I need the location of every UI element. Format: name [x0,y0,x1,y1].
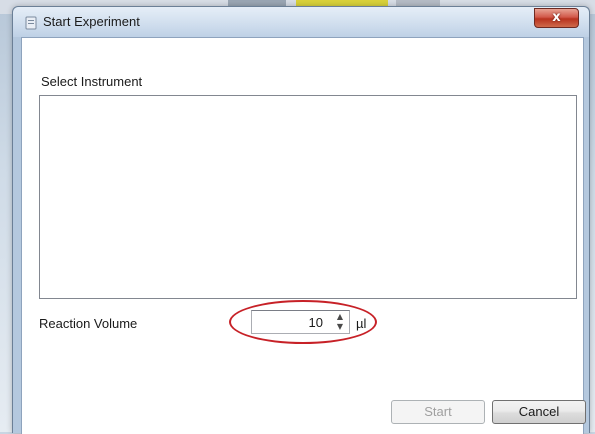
dialog-content: Select Instrument Reaction Volume 10 ▲ ▼… [21,37,586,434]
instrument-list[interactable] [39,95,577,299]
start-experiment-dialog: Start Experiment x Select Instrument Rea… [12,6,590,434]
window-title: Start Experiment [43,14,140,29]
close-icon: x [552,10,561,25]
cancel-button[interactable]: Cancel [492,400,586,424]
select-instrument-label: Select Instrument [41,74,143,89]
start-button[interactable]: Start [391,400,485,424]
title-bar[interactable]: Start Experiment x [13,7,589,37]
close-button[interactable]: x [534,8,579,28]
app-icon [25,15,37,30]
highlight-circle-annotation [229,300,377,344]
reaction-volume-label: Reaction Volume [39,316,138,331]
